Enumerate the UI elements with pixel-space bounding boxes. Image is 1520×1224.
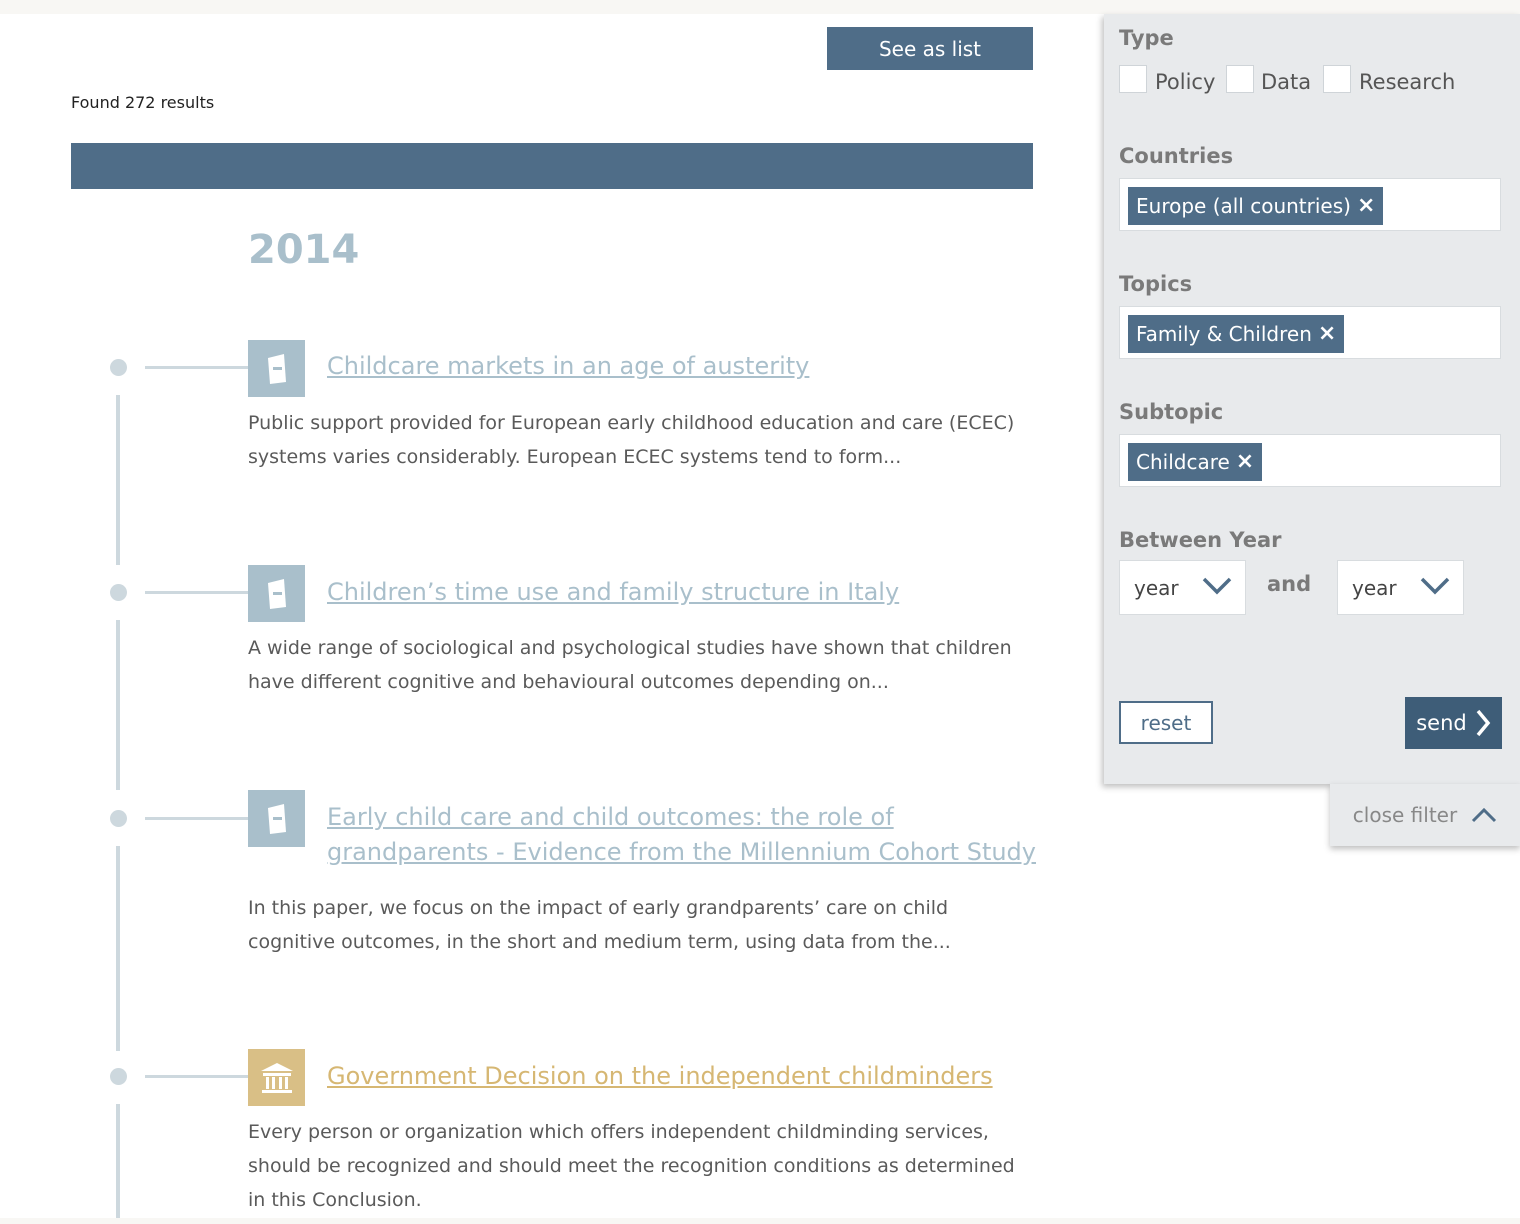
year-from-select[interactable]: year xyxy=(1119,560,1246,615)
year-from-value: year xyxy=(1134,575,1179,600)
timeline-dot xyxy=(110,1068,127,1085)
research-checkbox[interactable] xyxy=(1323,65,1351,93)
chevron-up-icon xyxy=(1472,807,1497,823)
close-filter-label: close filter xyxy=(1352,803,1458,827)
subtopic-field[interactable]: Childcare × xyxy=(1119,434,1501,487)
results-count: Found 272 results xyxy=(71,93,215,112)
result-description: Every person or organization which offer… xyxy=(248,1121,1015,1211)
data-checkbox-label[interactable]: Data xyxy=(1261,70,1311,94)
document-icon xyxy=(248,565,305,622)
between-year-label: Between Year xyxy=(1119,528,1282,552)
top-strip xyxy=(0,0,1520,14)
data-checkbox[interactable] xyxy=(1226,65,1254,93)
timeline-dot xyxy=(110,359,127,376)
countries-label: Countries xyxy=(1119,144,1234,168)
result-title-link[interactable]: Government Decision on the independent c… xyxy=(327,1059,1037,1094)
government-building-icon xyxy=(248,1049,305,1106)
subtopic-label: Subtopic xyxy=(1119,400,1224,424)
topics-label: Topics xyxy=(1119,272,1193,296)
subtopic-tag: Childcare × xyxy=(1128,443,1263,481)
bottom-strip xyxy=(0,1218,1520,1224)
results-header-bar xyxy=(71,143,1033,189)
send-button[interactable]: send xyxy=(1405,697,1502,749)
timeline-connector xyxy=(145,817,248,820)
countries-tag: Europe (all countries) × xyxy=(1128,187,1384,225)
result-description: Public support provided for European ear… xyxy=(248,412,1015,468)
year-heading: 2014 xyxy=(248,227,360,273)
type-label: Type xyxy=(1119,26,1174,50)
countries-tag-label: Europe (all countries) xyxy=(1136,194,1351,218)
topics-tag-label: Family & Children xyxy=(1136,322,1312,346)
policy-checkbox-label[interactable]: Policy xyxy=(1155,70,1215,94)
see-as-list-button[interactable]: See as list xyxy=(827,27,1033,70)
policy-checkbox[interactable] xyxy=(1119,65,1147,93)
timeline-line xyxy=(116,620,120,790)
filter-panel xyxy=(1104,14,1520,784)
timeline-line xyxy=(116,846,120,1051)
topics-tag: Family & Children × xyxy=(1128,315,1345,353)
result-title-link[interactable]: Childcare markets in an age of austerity xyxy=(327,349,1037,384)
timeline-dot xyxy=(110,810,127,827)
close-filter-button[interactable]: close filter xyxy=(1330,784,1520,846)
result-title-link[interactable]: Children’s time use and family structure… xyxy=(327,575,1037,610)
reset-button[interactable]: reset xyxy=(1119,701,1213,744)
timeline-connector xyxy=(145,1075,248,1078)
remove-tag-icon[interactable]: × xyxy=(1236,443,1254,481)
timeline-connector xyxy=(145,366,248,369)
year-to-value: year xyxy=(1352,575,1397,600)
timeline-line xyxy=(116,1104,120,1218)
chevron-right-icon xyxy=(1476,709,1491,737)
timeline-connector xyxy=(145,591,248,594)
result-description: In this paper, we focus on the impact of… xyxy=(248,897,951,953)
remove-tag-icon[interactable]: × xyxy=(1318,315,1336,353)
result-title-link[interactable]: Early child care and child outcomes: the… xyxy=(327,800,1037,870)
subtopic-tag-label: Childcare xyxy=(1136,450,1230,474)
result-description: A wide range of sociological and psychol… xyxy=(248,637,1012,693)
topics-field[interactable]: Family & Children × xyxy=(1119,306,1501,359)
send-label: send xyxy=(1416,711,1467,735)
document-icon xyxy=(248,790,305,847)
research-checkbox-label[interactable]: Research xyxy=(1359,70,1455,94)
chevron-down-icon xyxy=(1420,577,1450,595)
chevron-down-icon xyxy=(1202,577,1232,595)
document-icon xyxy=(248,340,305,397)
timeline-dot xyxy=(110,584,127,601)
countries-field[interactable]: Europe (all countries) × xyxy=(1119,178,1501,231)
remove-tag-icon[interactable]: × xyxy=(1357,187,1375,225)
year-to-select[interactable]: year xyxy=(1337,560,1464,615)
and-label: and xyxy=(1267,572,1312,596)
timeline-line xyxy=(116,395,120,565)
